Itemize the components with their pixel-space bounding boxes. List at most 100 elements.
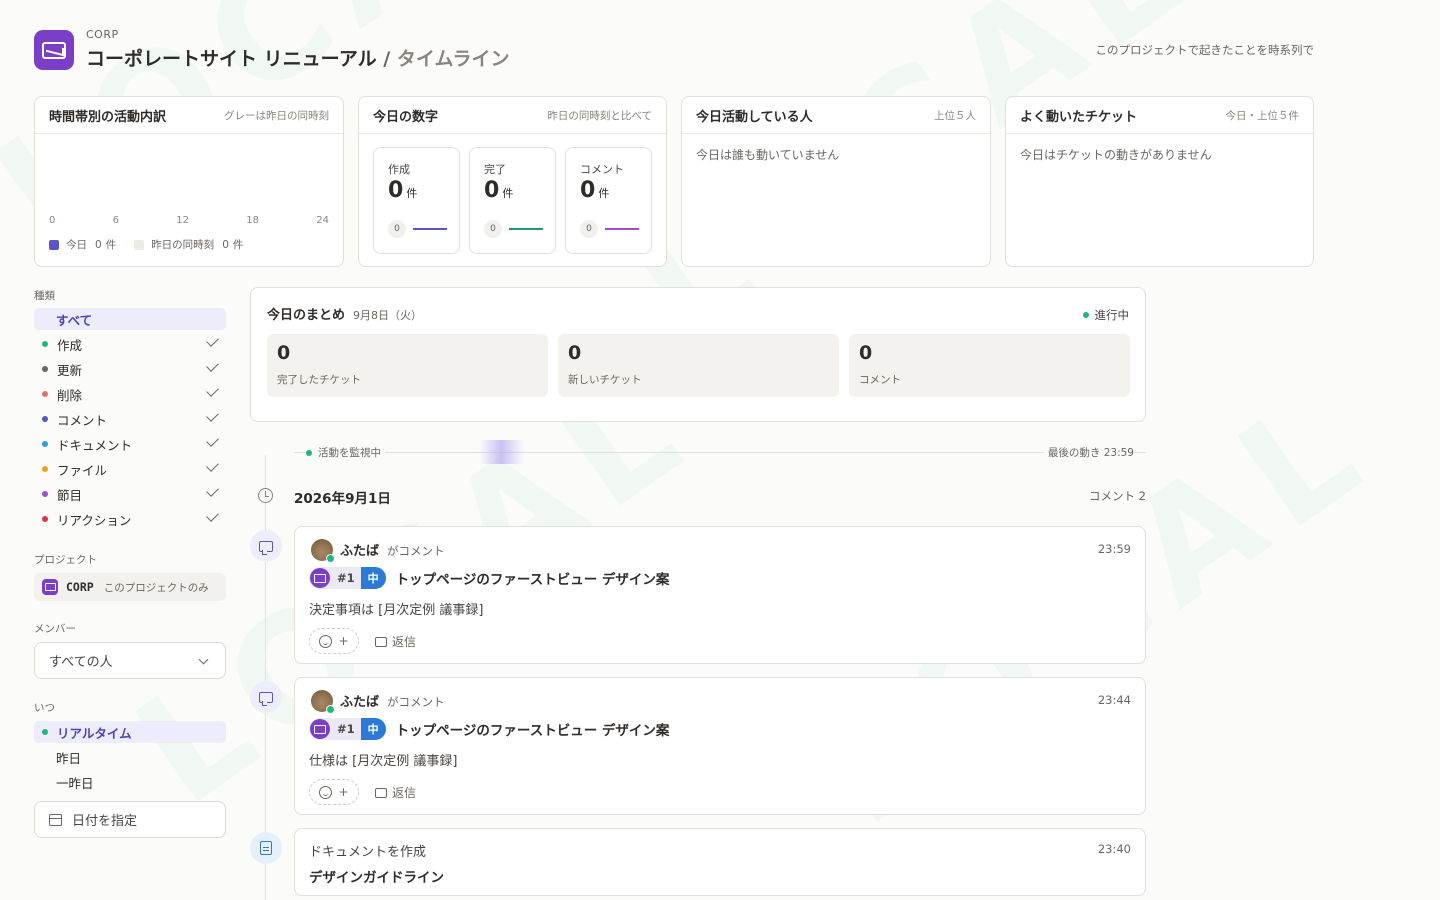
type-dot — [42, 466, 48, 472]
when-heading: いつ — [34, 702, 55, 714]
project-name[interactable]: コーポレートサイト リニューアル — [86, 48, 377, 70]
metric-prev: 0 — [388, 220, 406, 238]
org-name: CORP — [86, 28, 119, 41]
reply-button[interactable]: 返信 — [375, 633, 416, 650]
type-dot — [42, 441, 48, 447]
ticket-number: #1 — [337, 571, 355, 585]
calendar-icon — [49, 813, 62, 826]
filter-type-all[interactable]: すべて — [34, 308, 226, 330]
member-select[interactable]: すべての人 — [34, 642, 226, 679]
metric-value: 0件 — [580, 178, 610, 203]
legend-yesterday-count: 0 — [222, 238, 229, 251]
filter-type-milestone[interactable]: 節目 — [34, 483, 226, 505]
timeline-event[interactable]: ふたば がコメント 23:59 #1 中 トップページのファーストビュー デザイン… — [294, 526, 1146, 664]
ticket-reference[interactable]: #1 中 トップページのファーストビュー デザイン案 — [309, 567, 669, 589]
legend-yesterday-label: 昨日の同時刻 — [151, 239, 215, 251]
legend-swatch-today — [49, 239, 59, 250]
card-title: 今日活動している人 — [696, 109, 813, 125]
chevron-down-icon — [198, 654, 209, 665]
reply-icon — [375, 636, 387, 647]
metric-value: 0件 — [388, 178, 418, 203]
when-day-before[interactable]: 一昨日 — [34, 771, 226, 793]
page-description: このプロジェクトで起きたことを時系列で — [1095, 43, 1315, 57]
ticket-title[interactable]: トップページのファーストビュー デザイン案 — [396, 568, 670, 588]
metric-prev: 0 — [484, 220, 502, 238]
type-dot — [42, 416, 48, 422]
page-name: タイムライン — [396, 48, 510, 70]
avatar[interactable] — [311, 539, 335, 563]
filter-type-delete[interactable]: 削除 — [34, 383, 226, 405]
metric-sparkline — [413, 228, 447, 230]
metric-done: 完了 0件 0 — [469, 147, 556, 254]
empty-message: 今日は誰も動いていません — [696, 148, 840, 162]
card-note: 昨日の同時刻と比べて — [547, 109, 652, 122]
legend-unit: 件 — [232, 239, 244, 251]
filter-type-reaction[interactable]: リアクション — [34, 508, 226, 530]
card-note: 上位５人 — [934, 109, 976, 122]
title-separator: / — [383, 48, 391, 70]
project-filter-chip[interactable]: CORP このプロジェクトのみ — [34, 573, 226, 601]
project-heading: プロジェクト — [34, 554, 97, 566]
status-dot — [1082, 312, 1089, 318]
check-icon — [206, 334, 219, 347]
type-dot — [42, 391, 48, 397]
metric-sparkline — [509, 228, 543, 230]
metric-prev: 0 — [580, 220, 598, 238]
avatar[interactable] — [311, 690, 335, 714]
when-realtime[interactable]: リアルタイム — [34, 721, 226, 743]
filter-type-create[interactable]: 作成 — [34, 333, 226, 355]
metric-label: 作成 — [388, 163, 410, 176]
summary-title: 今日のまとめ 9月8日（火） — [267, 308, 423, 323]
comment-event-icon — [250, 530, 282, 562]
summary-date: 9月8日（火） — [353, 309, 423, 322]
when-yesterday[interactable]: 昨日 — [34, 746, 226, 768]
add-reaction-button[interactable]: + — [309, 779, 359, 805]
check-icon — [206, 459, 219, 472]
date-picker-button[interactable]: 日付を指定 — [34, 801, 226, 838]
filter-type-update[interactable]: 更新 — [34, 358, 226, 380]
hourly-axis: 0 6 12 18 24 — [49, 215, 329, 226]
smile-icon — [319, 634, 333, 648]
monitor-pulse — [479, 440, 524, 464]
empty-message: 今日はチケットの動きがありません — [1020, 148, 1212, 162]
check-icon — [206, 384, 219, 397]
add-reaction-button[interactable]: + — [309, 628, 359, 654]
metric-label: 完了 — [484, 163, 506, 176]
filter-type-comment[interactable]: コメント — [34, 408, 226, 430]
reply-button[interactable]: 返信 — [375, 784, 416, 801]
check-icon — [206, 509, 219, 522]
timeline-date: 2026年9月1日 — [294, 491, 391, 507]
ticket-reference[interactable]: #1 中 トップページのファーストビュー デザイン案 — [309, 718, 669, 740]
filter-type-file[interactable]: ファイル — [34, 458, 226, 480]
ticket-chip[interactable]: #1 中 — [309, 567, 386, 589]
metric-value: 0件 — [484, 178, 514, 203]
legend-unit: 件 — [105, 239, 117, 251]
card-title: 今日の数字 — [373, 109, 439, 125]
comment-body: 決定事項は [月次定例 議事録] — [309, 603, 484, 618]
online-indicator — [326, 705, 335, 714]
metric-sparkline — [605, 228, 639, 230]
member-heading: メンバー — [34, 623, 76, 635]
filter-type-document[interactable]: ドキュメント — [34, 433, 226, 455]
type-dot — [42, 516, 48, 522]
axis-tick: 24 — [316, 215, 329, 226]
ticket-title[interactable]: トップページのファーストビュー デザイン案 — [396, 719, 670, 739]
card-title: 時間帯別の活動内訳 — [49, 109, 167, 125]
page-header: CORP コーポレートサイト リニューアル / タイムライン このプロジェクトで… — [34, 28, 1314, 72]
check-icon — [206, 359, 219, 372]
timeline-event[interactable]: ふたば がコメント 23:44 #1 中 トップページのファーストビュー デザイン… — [294, 677, 1146, 815]
ticket-chip[interactable]: #1 中 — [309, 718, 386, 740]
document-title[interactable]: デザインガイドライン — [309, 866, 444, 886]
type-heading: 種類 — [34, 290, 55, 302]
timeline-event[interactable]: ドキュメントを作成 23:40 デザインガイドライン — [294, 828, 1146, 896]
axis-tick: 6 — [112, 215, 119, 226]
comment-body: 仕様は [月次定例 議事録] — [309, 754, 458, 769]
hourly-legend: 今日 0 件 昨日の同時刻 0 件 — [49, 237, 243, 252]
metric-comments: コメント 0件 0 — [565, 147, 652, 254]
axis-tick: 18 — [246, 215, 259, 226]
metric-label: コメント — [580, 163, 624, 176]
timeline-day-count: コメント 2 — [1089, 489, 1146, 503]
reply-icon — [375, 787, 387, 798]
project-code: CORP — [66, 580, 94, 594]
active-tickets-card: よく動いたチケット 今日・上位５件 今日はチケットの動きがありません — [1005, 96, 1314, 267]
